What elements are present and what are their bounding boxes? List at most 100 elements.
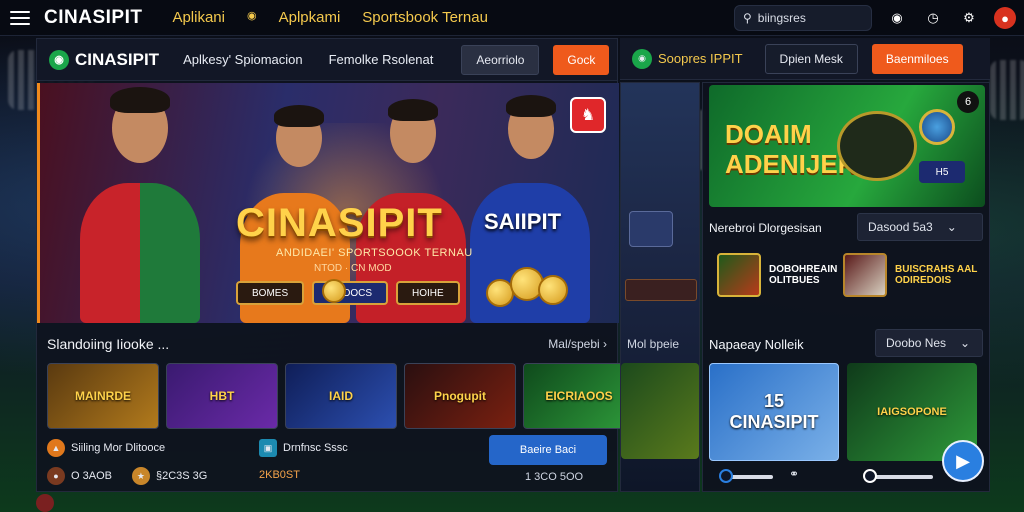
section-more-label: Mal/spebi xyxy=(548,337,600,351)
promo-title-line: DOAIM xyxy=(725,119,812,149)
mini-game-icon xyxy=(717,253,761,297)
mini-game-label: DOBOHREAIN OLITBUES xyxy=(769,264,838,286)
hero-subtitle: ANDIDAEI' SPORTSOOOK TERNAU xyxy=(276,247,473,259)
game-thumbnail[interactable]: EICRIAOOS xyxy=(523,363,635,429)
panel-nav-item[interactable]: Aplkesy' Spiomacion xyxy=(183,52,303,67)
right-panel-header: ◉ Soopres IPPIT Dpien Mesk Baenmiloes xyxy=(620,38,990,80)
partial-game-thumbnail[interactable] xyxy=(621,363,699,459)
soccer-ball-icon: ◉ xyxy=(632,48,652,69)
right-column: DOAIM ADENIJER H5 6 Nerebroi Dlorgesisan… xyxy=(702,82,990,492)
player-figure xyxy=(80,183,200,323)
panel-orange-button[interactable]: Gock xyxy=(553,44,610,75)
hero-title: CINASIPIT xyxy=(236,201,443,245)
player-hair xyxy=(110,87,170,113)
meta-value: O 3AOB xyxy=(71,470,112,482)
badge-coin-icon xyxy=(919,109,955,145)
filter-select[interactable]: Dasood 5a3 ⌄ xyxy=(857,213,983,241)
player-hair xyxy=(506,95,556,117)
brand-logo[interactable]: CINASIPIT xyxy=(44,7,142,29)
ball-icon: ● xyxy=(47,467,65,485)
right-header-button[interactable]: Dpien Mesk xyxy=(764,43,858,74)
bottom-partial-row xyxy=(36,494,60,512)
search-box[interactable]: ⚲ xyxy=(734,5,872,31)
fire-icon: ▲ xyxy=(47,439,65,457)
game-thumbnail[interactable]: IAID xyxy=(285,363,397,429)
hero-button[interactable]: HOIHE xyxy=(396,281,460,305)
promo-banner[interactable]: DOAIM ADENIJER H5 6 xyxy=(709,85,985,207)
top-nav-item[interactable]: Sportsbook Ternau xyxy=(362,9,488,26)
primary-blue-button[interactable]: Baeire Baci xyxy=(489,435,607,465)
shield-badge-icon: ♞ xyxy=(570,97,606,133)
top-nav-item[interactable]: Aplpkami xyxy=(279,9,341,26)
section-more-link[interactable]: Mal/spebi › xyxy=(548,337,607,351)
top-bar: CINASIPIT Aplikani ◉ Aplpkami Sportsbook… xyxy=(0,0,1024,36)
game-thumbnails: MAINRDE HBT IAID Pnogupit EICRIAOOS xyxy=(47,363,635,429)
meta-sub: 2KB0ST xyxy=(259,469,300,481)
coin-icon xyxy=(322,279,346,303)
featured-game-thumbnail[interactable]: 15 CINASIPIT xyxy=(709,363,839,461)
promo-title-line: ADENIJER xyxy=(725,149,857,179)
game-thumbnail[interactable]: HBT xyxy=(166,363,278,429)
logo-badge-icon: ◉ xyxy=(49,49,69,70)
filter-value: Dasood 5a3 xyxy=(868,220,933,234)
hero-tag: NTOD · CN MOD xyxy=(314,263,392,274)
mini-game-label: BUISCRAHS AAL ODIREDOIS xyxy=(895,264,978,286)
menu-icon[interactable] xyxy=(10,10,30,25)
meta-label: Drnfnsc Sssc xyxy=(283,442,348,454)
nav-separator-icon: ◉ xyxy=(246,10,257,22)
promo-count-badge: 6 xyxy=(957,91,979,113)
slider-handle[interactable] xyxy=(719,469,733,483)
trophy-icon: ★ xyxy=(131,467,150,485)
meta-item: ▲ Siiling Mor Dlitooce xyxy=(47,439,165,457)
notification-icon[interactable]: ● xyxy=(994,7,1016,29)
panel-logo[interactable]: ◉ CINASIPIT xyxy=(49,49,160,70)
coin-icon xyxy=(538,275,568,305)
blue-button-sub: 1 3CO 5OO xyxy=(525,471,584,483)
chevron-down-icon: ⌄ xyxy=(946,220,957,234)
mini-game-icon xyxy=(843,253,887,297)
right-orange-button[interactable]: Baenmiloes xyxy=(871,43,963,74)
partial-icon xyxy=(36,494,54,512)
right-panel: ◉ Soopres IPPIT Dpien Mesk Baenmiloes Mo… xyxy=(620,38,990,492)
partial-thumbnail[interactable] xyxy=(629,211,673,247)
right-header-label[interactable]: Soopres IPPIT xyxy=(658,51,743,66)
stadium-light xyxy=(990,60,1024,120)
panel-logo-text: CINASIPIT xyxy=(75,49,160,69)
hero-buttons: BOMES BOOOCS HOIHE xyxy=(236,281,460,305)
game-thumbnail[interactable]: MAINRDE xyxy=(47,363,159,429)
search-input[interactable] xyxy=(757,11,858,25)
partial-panel: Mol bpeie xyxy=(620,82,700,492)
mini-game[interactable]: DOBOHREAIN OLITBUES xyxy=(717,253,837,297)
slider-handle[interactable] xyxy=(863,469,877,483)
partial-button[interactable] xyxy=(625,279,697,301)
player-hair xyxy=(388,99,438,121)
mascot-image xyxy=(837,111,917,181)
top-icons: ◉ ◷ ⚙ ● xyxy=(886,7,1016,29)
mini-game[interactable]: BUISCRAHS AAL ODIREDOIS xyxy=(843,253,977,297)
game-thumbnail[interactable]: Pnogupit xyxy=(404,363,516,429)
meta-label: Siiling Mor Dlitooce xyxy=(71,442,166,454)
chevron-down-icon: ⌄ xyxy=(960,336,971,350)
section-title: Napaeay Nolleik xyxy=(709,337,804,352)
meta-item: ● O 3AOB ★ §2C3S 3G xyxy=(47,467,207,485)
panel-ghost-button[interactable]: Aeorriolo xyxy=(461,44,540,75)
play-button[interactable]: ▶ xyxy=(942,440,984,482)
hero-side-title: SAIIPIT xyxy=(484,209,562,234)
section-title: Slandoiing Iiooke ... xyxy=(47,336,170,352)
clock-icon[interactable]: ◷ xyxy=(922,7,944,29)
gamepad-icon[interactable]: ◉ xyxy=(886,7,908,29)
partial-label: Mol bpeie xyxy=(627,337,680,351)
top-nav-item[interactable]: Aplikani xyxy=(172,9,225,26)
filter-select[interactable]: Doobo Nes ⌄ xyxy=(875,329,983,357)
link-icon[interactable]: ⚭ xyxy=(789,467,799,481)
section-header: Slandoiing Iiooke ... Mal/spebi › xyxy=(37,329,619,359)
hero-banner[interactable]: ♞ CINASIPIT ANDIDAEI' SPORTSOOOK TERNAU … xyxy=(37,83,619,323)
top-nav: Aplikani ◉ Aplpkami Sportsbook Ternau xyxy=(172,9,487,26)
player-hair xyxy=(274,105,324,127)
promo-chip: H5 xyxy=(919,161,965,183)
hero-button[interactable]: BOMES xyxy=(236,281,305,305)
app-icon: ▣ xyxy=(259,439,277,457)
panel-nav-item[interactable]: Femolke Rsolenat xyxy=(329,52,434,67)
player-figure xyxy=(470,183,590,323)
settings-icon[interactable]: ⚙ xyxy=(958,7,980,29)
